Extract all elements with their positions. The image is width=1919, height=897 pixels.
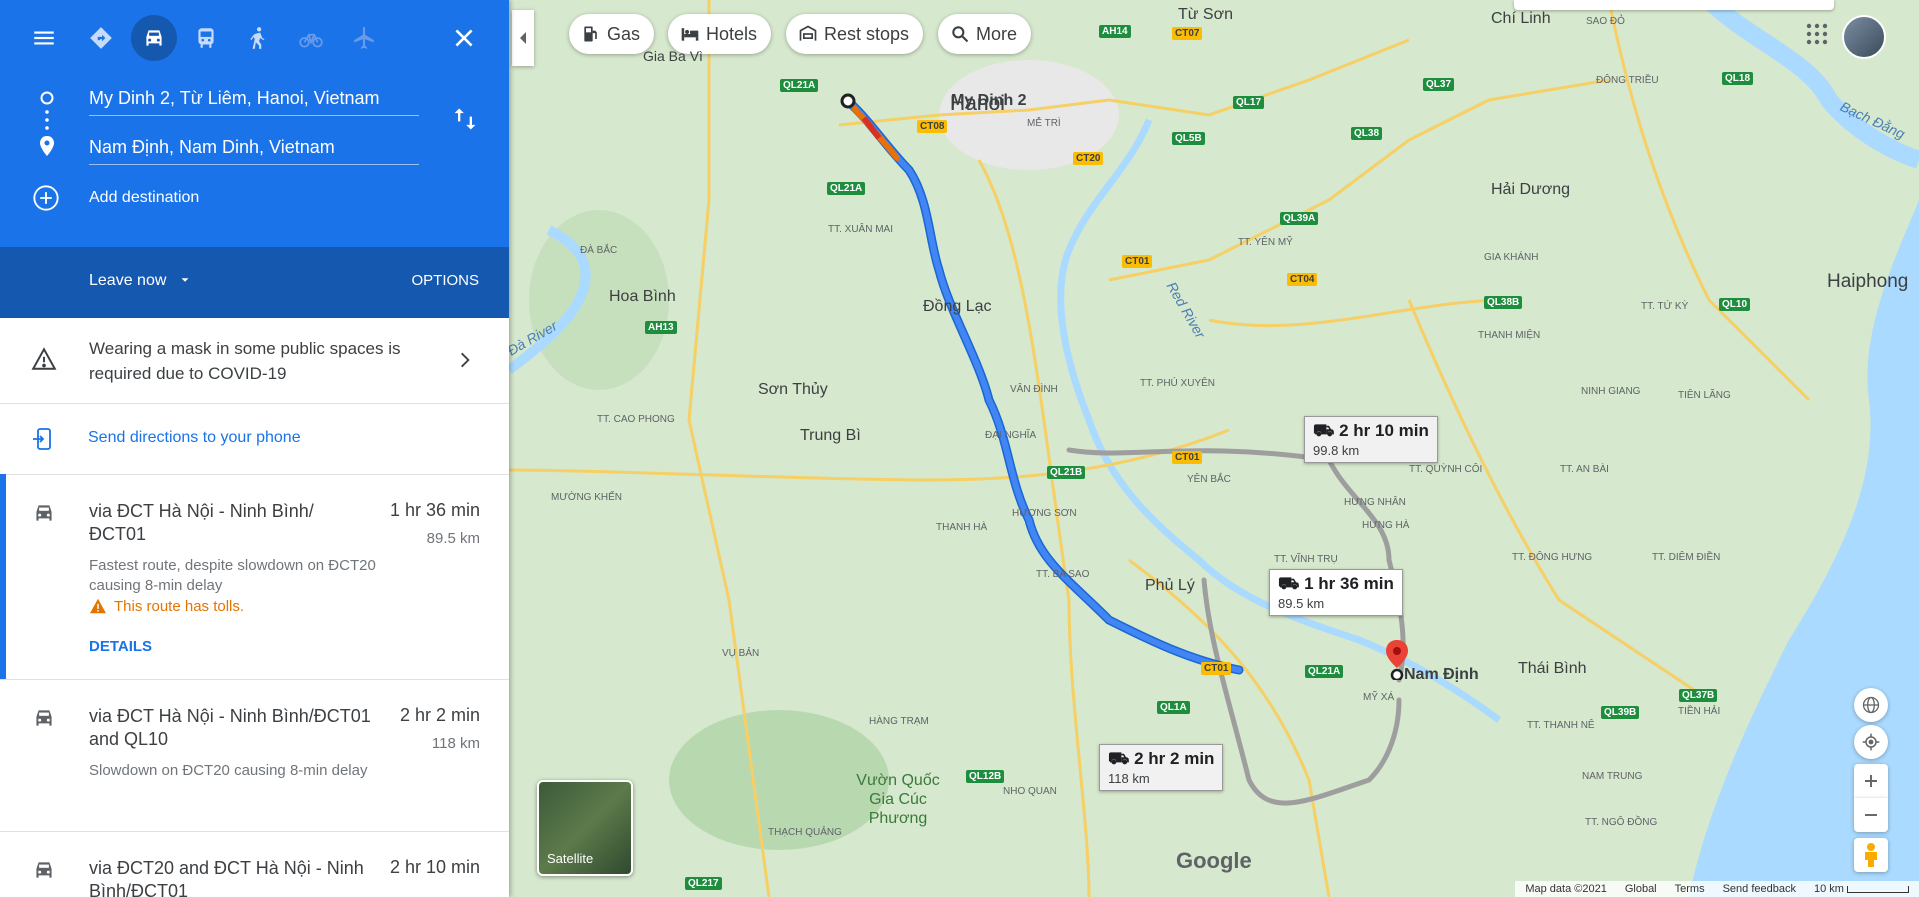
leave-options-bar: Leave now OPTIONS (0, 247, 509, 318)
car-icon: ⛟ (1313, 421, 1335, 440)
terms-link[interactable]: Terms (1675, 883, 1705, 895)
route-title: via ĐCT Hà Nội - Ninh Bình/ ĐCT01 (89, 501, 314, 544)
send-directions-link[interactable]: Send directions to your phone (88, 429, 301, 447)
zoom-out-button[interactable] (1854, 798, 1888, 832)
google-logo: Google (1176, 848, 1252, 873)
pegman-icon[interactable] (1854, 838, 1888, 872)
callout-distance: 89.5 km (1278, 596, 1325, 611)
send-feedback-link[interactable]: Send feedback (1723, 883, 1796, 895)
route-option-1[interactable]: via ĐCT Hà Nội - Ninh Bình/ ĐCT01 1 hr 3… (0, 474, 509, 680)
transit-icon[interactable] (186, 18, 226, 58)
covid-notice-text: Wearing a mask in some public spaces is … (89, 339, 401, 383)
scale-bar[interactable]: 10 km (1814, 883, 1909, 895)
car-icon (30, 500, 58, 531)
swap-icon[interactable] (451, 105, 479, 138)
globe-icon[interactable] (1854, 688, 1888, 722)
cycling-icon[interactable] (291, 18, 331, 58)
scale-label: 10 km (1813, 883, 1844, 895)
walking-icon[interactable] (238, 18, 278, 58)
travel-mode-bar (0, 0, 509, 76)
dropdown-arrow-icon[interactable] (178, 273, 192, 292)
map-data-credit: Map data ©2021 (1525, 883, 1607, 895)
route-option-3[interactable]: via ĐCT20 and ĐCT Hà Nội - Ninh Bình/ĐCT… (0, 831, 509, 897)
route-description: Fastest route, despite slowdown on ĐCT20… (89, 557, 376, 594)
callout-time: 1 hr 36 min (1304, 574, 1394, 593)
map-footer: Map data ©2021 Global Terms Send feedbac… (1515, 881, 1919, 897)
callout-distance: 118 km (1108, 771, 1150, 786)
callout-time: 2 hr 10 min (1339, 421, 1429, 440)
route-distance: 118 km (431, 735, 480, 752)
global-link[interactable]: Global (1625, 883, 1657, 895)
minus-icon (1865, 814, 1877, 816)
chevron-right-icon[interactable] (455, 348, 475, 377)
satellite-toggle[interactable]: Satellite (537, 780, 633, 876)
plus-icon (1865, 775, 1877, 787)
route-description: Slowdown on ĐCT20 causing 8-min delay (89, 762, 368, 779)
destination-input[interactable]: Nam Định, Nam Dinh, Vietnam (89, 130, 419, 165)
leave-now-dropdown[interactable]: Leave now (89, 272, 166, 290)
route-duration: 1 hr 36 min (389, 500, 480, 520)
send-to-phone-icon (31, 426, 55, 457)
car-icon (30, 705, 58, 736)
my-location-icon[interactable] (1854, 725, 1888, 759)
car-icon: ⛟ (1278, 574, 1300, 593)
origin-input[interactable]: My Dinh 2, Từ Liêm, Hanoi, Vietnam (89, 81, 419, 116)
route-callout-alt-1[interactable]: ⛟ 2 hr 10 min 99.8 km (1304, 416, 1438, 463)
directions-header: My Dinh 2, Từ Liêm, Hanoi, Vietnam Nam Đ… (0, 0, 509, 247)
covid-notice[interactable]: Wearing a mask in some public spaces is … (0, 318, 509, 404)
close-icon[interactable] (444, 18, 484, 58)
selected-route-indicator (0, 474, 6, 679)
route-distance: 89.5 km (426, 530, 480, 547)
route-option-2[interactable]: via ĐCT Hà Nội - Ninh Bình/ĐCT01 and QL1… (0, 679, 509, 832)
car-icon (30, 857, 58, 888)
send-directions-row[interactable]: Send directions to your phone (0, 403, 509, 475)
warning-icon (30, 346, 58, 377)
route-connector-icon (40, 91, 54, 156)
route-duration: 2 hr 10 min (389, 857, 480, 877)
options-button[interactable]: OPTIONS (411, 272, 479, 289)
route-duration: 2 hr 2 min (399, 705, 480, 725)
satellite-label: Satellite (547, 851, 594, 866)
toll-warning-text: This route has tolls. (114, 598, 245, 615)
toll-warning-icon (89, 598, 107, 619)
add-destination-icon[interactable] (32, 184, 60, 217)
directions-panel: My Dinh 2, Từ Liêm, Hanoi, Vietnam Nam Đ… (0, 0, 509, 897)
add-destination-button[interactable]: Add destination (89, 189, 199, 207)
route-title: via ĐCT Hà Nội - Ninh Bình/ĐCT01 and QL1… (89, 706, 371, 749)
route-callout-main[interactable]: ⛟ 1 hr 36 min 89.5 km (1269, 569, 1403, 616)
directions-icon[interactable] (81, 18, 121, 58)
car-icon: ⛟ (1108, 749, 1130, 768)
flight-icon[interactable] (344, 18, 384, 58)
car-icon[interactable] (131, 15, 177, 61)
callout-time: 2 hr 2 min (1134, 749, 1215, 768)
zoom-in-button[interactable] (1854, 764, 1888, 798)
details-button[interactable]: DETAILS (89, 638, 152, 655)
route-title: via ĐCT20 and ĐCT Hà Nội - Ninh Bình/ĐCT… (89, 858, 364, 897)
menu-icon[interactable] (24, 18, 64, 58)
route-callout-alt-2[interactable]: ⛟ 2 hr 2 min 118 km (1099, 744, 1224, 791)
callout-distance: 99.8 km (1313, 443, 1360, 458)
